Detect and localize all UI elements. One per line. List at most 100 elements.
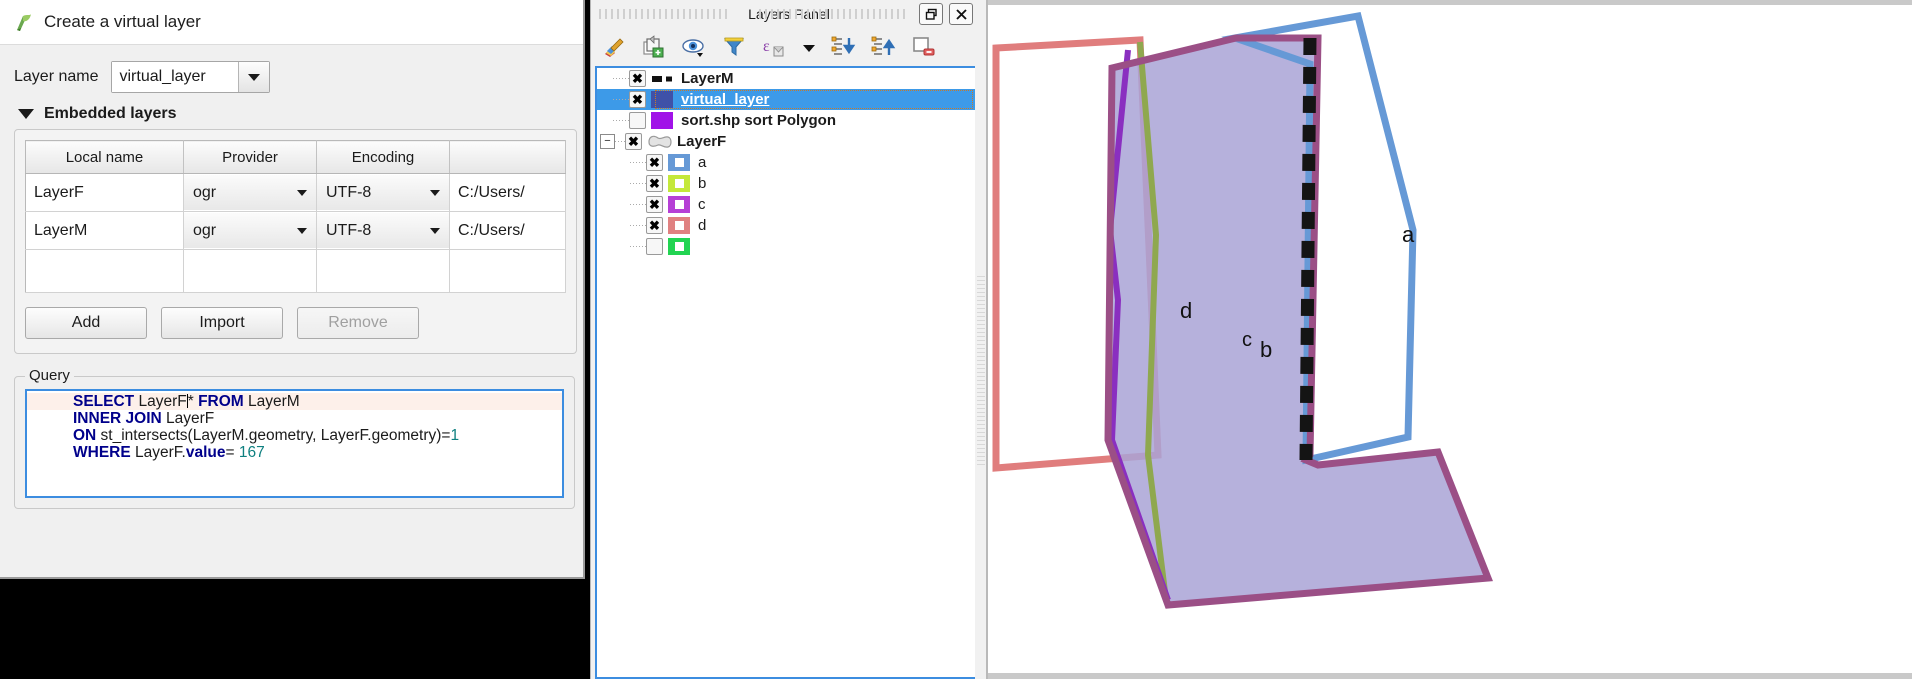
layer-tree-item-a[interactable]: ✖ a xyxy=(597,152,975,173)
layer-visibility-checkbox[interactable]: ✖ xyxy=(646,217,663,234)
cell-empty xyxy=(25,249,184,293)
layer-tree-item-b[interactable]: ✖ b xyxy=(597,173,975,194)
encoding-combo[interactable]: UTF-8 xyxy=(317,213,449,248)
collapse-all-icon[interactable] xyxy=(871,34,897,60)
layer-visibility-checkbox[interactable]: ✖ xyxy=(629,91,646,108)
cell-source[interactable]: C:/Users/ xyxy=(449,173,566,212)
close-icon[interactable] xyxy=(949,3,973,25)
cell-provider[interactable]: ogr xyxy=(183,173,317,212)
encoding-dropdown-button[interactable] xyxy=(421,175,449,210)
encoding-dropdown-button[interactable] xyxy=(421,213,449,248)
layer-tree-item-layerm[interactable]: ✖ LayerM xyxy=(597,68,975,89)
scrollbar-grip[interactable] xyxy=(977,276,985,466)
tree-connector xyxy=(630,198,646,211)
map-feature-label-b: b xyxy=(1260,337,1273,362)
table-header-row: Local name Provider Encoding xyxy=(25,140,566,174)
layer-visibility-checkbox[interactable]: ✖ xyxy=(629,70,646,87)
layer-name-row: Layer name virtual_layer xyxy=(0,45,583,93)
manage-layer-visibility-icon[interactable] xyxy=(681,34,707,60)
query-groupbox: Query SELECT LayerF* FROM LayerM INNER J… xyxy=(14,367,575,509)
open-layer-styling-panel-icon[interactable] xyxy=(601,34,627,60)
map-vector-layers xyxy=(992,11,1493,609)
query-editor[interactable]: SELECT LayerF* FROM LayerM INNER JOIN La… xyxy=(25,389,564,498)
layer-symbol-hollow-fill xyxy=(668,217,690,234)
layer-tree-item-c[interactable]: ✖ c xyxy=(597,194,975,215)
col-encoding[interactable]: Encoding xyxy=(316,140,450,174)
chevron-down-icon xyxy=(297,227,307,234)
remove-layer-icon[interactable] xyxy=(911,34,937,60)
chevron-down-icon xyxy=(247,73,260,81)
layer-tree-label: d xyxy=(698,217,707,234)
encoding-combo[interactable]: UTF-8 xyxy=(317,175,449,210)
cell-encoding[interactable]: UTF-8 xyxy=(316,211,450,250)
provider-combo[interactable]: ogr xyxy=(184,175,316,210)
polygon-virtual-layer-fill xyxy=(1108,38,1488,605)
cell-encoding[interactable]: UTF-8 xyxy=(316,173,450,212)
tree-connector xyxy=(630,219,646,232)
cell-provider[interactable]: ogr xyxy=(183,211,317,250)
layer-symbol-point-markers xyxy=(651,70,673,87)
table-row[interactable]: LayerM ogr UTF-8 C:/Users/ xyxy=(25,211,566,250)
query-line: WHERE LayerF.value= 167 xyxy=(73,444,265,461)
layer-tree-item-layerf[interactable]: − ✖ LayerF xyxy=(597,131,975,152)
layer-tree-item-sort-shp[interactable]: sort.shp sort Polygon xyxy=(597,110,975,131)
layer-tree-label: c xyxy=(698,196,706,213)
provider-value: ogr xyxy=(193,221,217,239)
remove-button[interactable]: Remove xyxy=(297,307,419,339)
layer-name-dropdown-button[interactable] xyxy=(237,62,269,92)
layer-tree[interactable]: ✖ LayerM ✖ virtual_layer sort.shp sort P… xyxy=(595,66,975,679)
query-label: Query xyxy=(25,367,74,384)
panel-drag-grip[interactable] xyxy=(599,9,731,19)
table-row[interactable]: LayerF ogr UTF-8 C:/Users/ xyxy=(25,173,566,212)
float-restore-icon[interactable] xyxy=(919,3,943,25)
chevron-down-icon xyxy=(430,189,440,196)
import-button[interactable]: Import xyxy=(161,307,283,339)
layer-symbol-hollow-fill xyxy=(668,238,690,255)
layer-tree-item-unnamed[interactable] xyxy=(597,236,975,257)
query-line: INNER JOIN LayerF xyxy=(73,410,215,427)
cell-source[interactable]: C:/Users/ xyxy=(449,211,566,250)
panel-drag-grip[interactable] xyxy=(759,9,909,19)
map-canvas[interactable]: a d c b xyxy=(986,0,1912,679)
layer-tree-label: LayerF xyxy=(677,133,727,150)
cell-local-name[interactable]: LayerM xyxy=(25,211,184,250)
collapse-expander-icon[interactable]: − xyxy=(600,134,615,149)
dashed-intersection-line xyxy=(1299,37,1317,461)
col-local-name[interactable]: Local name xyxy=(25,140,184,174)
embedded-layers-header[interactable]: Embedded layers xyxy=(0,93,583,129)
layer-symbol-hollow-fill xyxy=(668,175,690,192)
layer-visibility-checkbox[interactable]: ✖ xyxy=(646,175,663,192)
tree-connector xyxy=(630,177,646,190)
filter-legend-icon[interactable] xyxy=(721,34,747,60)
chevron-down-icon xyxy=(430,227,440,234)
add-group-icon[interactable] xyxy=(641,34,667,60)
expression-filter-icon[interactable]: ε xyxy=(761,34,787,60)
layer-tree-item-d[interactable]: ✖ d xyxy=(597,215,975,236)
layer-visibility-checkbox[interactable]: ✖ xyxy=(646,196,663,213)
expression-filter-dropdown-icon[interactable] xyxy=(801,34,817,60)
col-source[interactable] xyxy=(449,140,566,174)
cell-local-name[interactable]: LayerF xyxy=(25,173,184,212)
layer-tree-item-virtual-layer[interactable]: ✖ virtual_layer xyxy=(597,89,975,110)
layer-visibility-checkbox[interactable]: ✖ xyxy=(646,154,663,171)
layer-visibility-checkbox[interactable] xyxy=(646,238,663,255)
embedded-layers-label: Embedded layers xyxy=(44,105,177,122)
layers-panel-titlebar[interactable]: Layers Panel xyxy=(591,0,987,28)
layer-name-value[interactable]: virtual_layer xyxy=(111,62,238,92)
qgis-logo-icon xyxy=(12,11,34,33)
provider-dropdown-button[interactable] xyxy=(288,175,316,210)
cell-empty xyxy=(316,249,450,293)
add-button[interactable]: Add xyxy=(25,307,147,339)
layer-visibility-checkbox[interactable] xyxy=(629,112,646,129)
provider-dropdown-button[interactable] xyxy=(288,213,316,248)
encoding-value: UTF-8 xyxy=(326,221,372,239)
map-feature-label-a: a xyxy=(1402,222,1415,247)
provider-combo[interactable]: ogr xyxy=(184,213,316,248)
screen: Create a virtual layer Layer name virtua… xyxy=(0,0,1912,679)
layer-visibility-checkbox[interactable]: ✖ xyxy=(625,133,642,150)
tree-connector xyxy=(615,135,625,148)
col-provider[interactable]: Provider xyxy=(183,140,317,174)
expand-all-icon[interactable] xyxy=(831,34,857,60)
layer-name-combo[interactable]: virtual_layer xyxy=(110,61,270,93)
dialog-title: Create a virtual layer xyxy=(44,12,201,31)
